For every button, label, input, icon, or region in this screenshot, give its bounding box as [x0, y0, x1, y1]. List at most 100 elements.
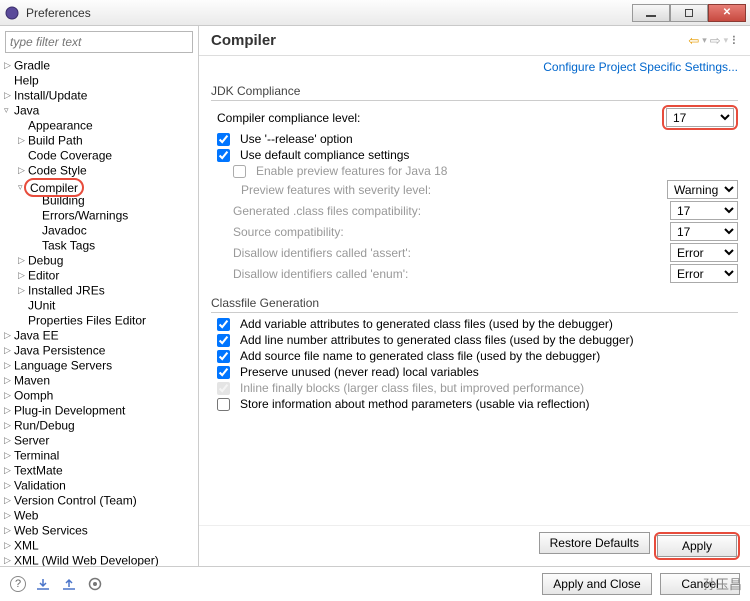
tree-item-label: Plug-in Development — [14, 403, 125, 417]
expand-icon[interactable]: ▷ — [4, 358, 14, 373]
oomph-icon[interactable] — [86, 575, 104, 593]
use-release-checkbox[interactable] — [217, 133, 230, 146]
tree-item[interactable]: ▿Java — [4, 103, 194, 118]
classfile-opt-checkbox[interactable] — [217, 318, 230, 331]
tree-item-label: TextMate — [14, 463, 63, 477]
disallow-assert-label: Disallow identifiers called 'assert': — [233, 246, 664, 260]
page-title: Compiler — [211, 32, 688, 49]
tree-item[interactable]: Javadoc — [32, 223, 194, 238]
tree-item[interactable]: ▷Web Services — [4, 523, 194, 538]
cancel-button[interactable]: Cancel — [660, 573, 740, 595]
tree-item-label: Java Persistence — [14, 343, 105, 357]
tree-item-label: Code Coverage — [28, 148, 112, 162]
tree-item[interactable]: ▷Gradle — [4, 58, 194, 73]
tree-item-label: XML — [14, 538, 39, 552]
tree-item[interactable]: ▷Maven — [4, 373, 194, 388]
tree-item-label: Web — [14, 508, 38, 522]
expand-icon[interactable]: ▷ — [4, 388, 14, 403]
tree-item[interactable]: ▷Java EE — [4, 328, 194, 343]
forward-icon[interactable]: ⇨ — [710, 33, 721, 49]
expand-icon[interactable]: ▷ — [4, 343, 14, 358]
classfile-opt-label: Add variable attributes to generated cla… — [240, 317, 738, 331]
menu-icon[interactable]: ⠇ — [731, 34, 740, 48]
tree-item[interactable]: Appearance — [18, 118, 194, 133]
tree-item[interactable]: ▷Editor — [18, 268, 194, 283]
expand-icon[interactable]: ▷ — [18, 253, 28, 268]
main-panel: Compiler ⇦▾ ⇨▾ ⠇ Configure Project Speci… — [199, 26, 750, 566]
compliance-level-select[interactable]: 17 — [666, 108, 734, 127]
expand-icon[interactable]: ▷ — [18, 283, 28, 298]
expand-icon[interactable]: ▷ — [4, 373, 14, 388]
expand-icon[interactable]: ▷ — [4, 493, 14, 508]
expand-icon[interactable]: ▷ — [4, 88, 14, 103]
tree-item[interactable]: JUnit — [18, 298, 194, 313]
source-compat-select: 17 — [670, 222, 738, 241]
disallow-enum-select: Error — [670, 264, 738, 283]
tree-item[interactable]: ▷Validation — [4, 478, 194, 493]
tree-item[interactable]: ▷Server — [4, 433, 194, 448]
gen-class-select: 17 — [670, 201, 738, 220]
tree-item[interactable]: ▷Terminal — [4, 448, 194, 463]
tree-item[interactable]: ▷Build Path — [18, 133, 194, 148]
apply-button[interactable]: Apply — [657, 535, 737, 557]
tree-item[interactable]: ▿Compiler — [18, 178, 194, 193]
tree-item[interactable]: ▷Install/Update — [4, 88, 194, 103]
classfile-opt-checkbox[interactable] — [217, 398, 230, 411]
expand-icon[interactable]: ▷ — [4, 553, 14, 566]
tree-item[interactable]: ▷TextMate — [4, 463, 194, 478]
close-button[interactable]: ✕ — [708, 4, 746, 22]
expand-icon[interactable]: ▷ — [4, 508, 14, 523]
tree-item[interactable]: Task Tags — [32, 238, 194, 253]
expand-icon[interactable]: ▷ — [18, 133, 28, 148]
tree-item[interactable]: Code Coverage — [18, 148, 194, 163]
classfile-opt-checkbox[interactable] — [217, 350, 230, 363]
minimize-button[interactable] — [632, 4, 670, 22]
export-icon[interactable] — [60, 575, 78, 593]
classfile-opt-checkbox[interactable] — [217, 334, 230, 347]
tree-item[interactable]: ▷Plug-in Development — [4, 403, 194, 418]
expand-icon[interactable]: ▷ — [4, 523, 14, 538]
expand-icon[interactable]: ▷ — [4, 328, 14, 343]
expand-icon[interactable]: ▿ — [4, 103, 14, 118]
tree-item[interactable]: Help — [4, 73, 194, 88]
tree-item-label: Editor — [28, 268, 59, 282]
preferences-tree[interactable]: ▷GradleHelp▷Install/Update▿JavaAppearanc… — [0, 58, 198, 566]
expand-icon[interactable]: ▷ — [4, 448, 14, 463]
tree-item[interactable]: ▷Installed JREs — [18, 283, 194, 298]
expand-icon[interactable]: ▷ — [18, 268, 28, 283]
tree-item[interactable]: ▷Language Servers — [4, 358, 194, 373]
classfile-opt-checkbox[interactable] — [217, 366, 230, 379]
tree-item[interactable]: ▷Oomph — [4, 388, 194, 403]
expand-icon[interactable]: ▷ — [4, 433, 14, 448]
expand-icon[interactable]: ▷ — [4, 538, 14, 553]
tree-item[interactable]: ▷XML (Wild Web Developer) — [4, 553, 194, 566]
tree-item[interactable]: ▷Code Style — [18, 163, 194, 178]
config-project-link[interactable]: Configure Project Specific Settings... — [199, 56, 750, 76]
tree-item[interactable]: ▷Web — [4, 508, 194, 523]
expand-icon[interactable]: ▷ — [4, 463, 14, 478]
expand-icon[interactable]: ▷ — [18, 163, 28, 178]
tree-item[interactable]: Properties Files Editor — [18, 313, 194, 328]
use-default-checkbox[interactable] — [217, 149, 230, 162]
tree-item-label: Errors/Warnings — [42, 208, 128, 222]
expand-icon[interactable]: ▷ — [4, 418, 14, 433]
preview-severity-label: Preview features with severity level: — [241, 183, 661, 197]
tree-item[interactable]: ▷Java Persistence — [4, 343, 194, 358]
tree-item[interactable]: Errors/Warnings — [32, 208, 194, 223]
tree-item-label: Code Style — [28, 163, 87, 177]
tree-item[interactable]: ▷Version Control (Team) — [4, 493, 194, 508]
back-icon[interactable]: ⇦ — [688, 33, 699, 49]
import-icon[interactable] — [34, 575, 52, 593]
apply-close-button[interactable]: Apply and Close — [542, 573, 652, 595]
expand-icon[interactable]: ▷ — [4, 403, 14, 418]
maximize-button[interactable] — [670, 4, 708, 22]
tree-item[interactable]: ▷XML — [4, 538, 194, 553]
filter-input[interactable] — [5, 31, 193, 53]
expand-icon[interactable]: ▷ — [4, 478, 14, 493]
expand-icon[interactable]: ▷ — [4, 58, 14, 73]
tree-item[interactable]: ▷Debug — [18, 253, 194, 268]
tree-item[interactable]: ▷Run/Debug — [4, 418, 194, 433]
help-icon[interactable]: ? — [10, 576, 26, 592]
restore-defaults-button[interactable]: Restore Defaults — [539, 532, 650, 554]
tree-item-label: Build Path — [28, 133, 83, 147]
